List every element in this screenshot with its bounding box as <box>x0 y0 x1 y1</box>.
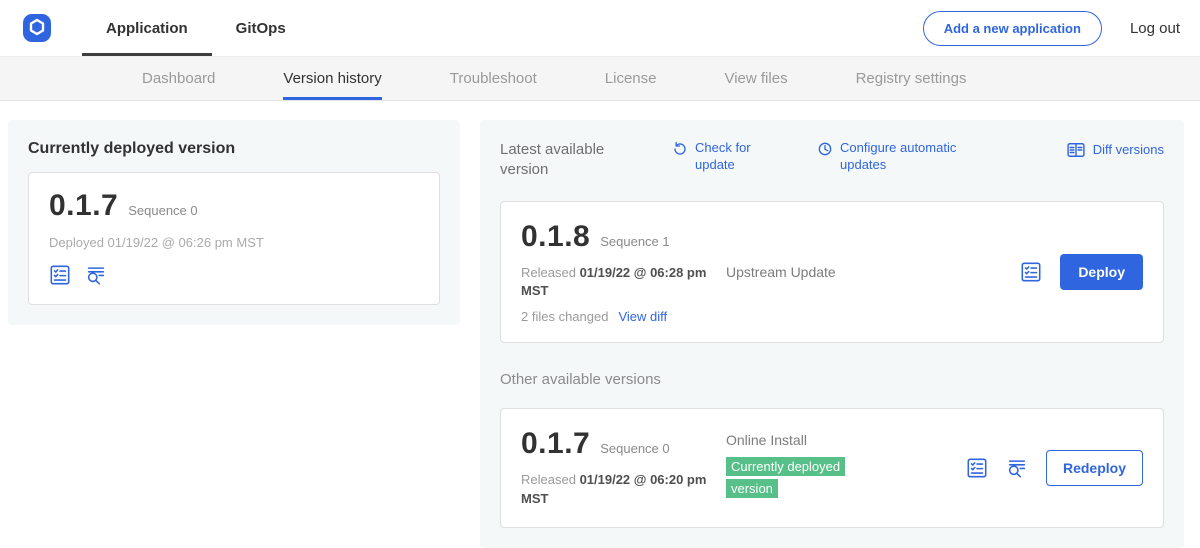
subnav-item-view-files[interactable]: View files <box>724 57 787 100</box>
diff-versions-action[interactable]: Diff versions <box>1066 140 1164 160</box>
files-changed-label: 2 files changed <box>521 309 608 324</box>
version-card-actions: Deploy <box>1020 254 1143 290</box>
released-label: Released <box>521 265 576 280</box>
version-card-left: 0.1.7 Sequence 0 Released 01/19/22 @ 06:… <box>521 427 726 509</box>
subnav-item-dashboard[interactable]: Dashboard <box>142 57 215 100</box>
version-row: 0.1.7 Sequence 0 <box>521 427 726 461</box>
view-diff-link[interactable]: View diff <box>618 309 667 324</box>
files-changed-row: 2 files changed View diff <box>521 309 726 324</box>
schedule-clock-icon <box>817 141 833 157</box>
main-content: Currently deployed version 0.1.7 Sequenc… <box>0 101 1200 548</box>
app-logo-icon[interactable] <box>22 13 52 43</box>
release-notes-icon[interactable] <box>966 457 988 479</box>
deploy-button[interactable]: Deploy <box>1060 254 1143 290</box>
currently-deployed-title: Currently deployed version <box>28 140 440 158</box>
subnav-item-registry-settings[interactable]: Registry settings <box>856 57 967 100</box>
released-timestamp: Released 01/19/22 @ 06:20 pm MST <box>521 471 711 509</box>
logout-link[interactable]: Log out <box>1130 20 1180 37</box>
top-tabs: Application GitOps <box>82 0 310 56</box>
check-for-update-action[interactable]: Check for update <box>672 140 757 174</box>
tab-gitops-label: GitOps <box>236 20 286 37</box>
deployed-version-card: 0.1.7 Sequence 0 Deployed 01/19/22 @ 06:… <box>28 172 440 305</box>
deployed-badge-wrap: Currently deployed version <box>726 456 886 500</box>
check-for-update-label: Check for update <box>695 140 757 174</box>
deployed-sequence-label: Sequence 0 <box>128 203 197 218</box>
version-card-actions: Redeploy <box>966 450 1143 486</box>
release-notes-icon[interactable] <box>1020 261 1042 283</box>
latest-available-panel: Latest available version Check for updat… <box>480 120 1184 548</box>
deployed-timestamp: Deployed 01/19/22 @ 06:26 pm MST <box>49 235 419 250</box>
add-application-button[interactable]: Add a new application <box>923 11 1102 46</box>
latest-sequence-label: Sequence 1 <box>600 234 669 249</box>
diff-search-icon[interactable] <box>1006 457 1028 479</box>
redeploy-button[interactable]: Redeploy <box>1046 450 1143 486</box>
top-right-actions: Add a new application Log out <box>923 11 1180 46</box>
diff-versions-label: Diff versions <box>1093 142 1164 159</box>
deployed-version-number: 0.1.7 <box>49 189 118 223</box>
latest-header: Latest available version Check for updat… <box>500 140 1164 181</box>
version-card-left: 0.1.8 Sequence 1 Released 01/19/22 @ 06:… <box>521 220 726 325</box>
tab-application[interactable]: Application <box>82 0 212 56</box>
released-timestamp: Released 01/19/22 @ 06:28 pm MST <box>521 264 711 302</box>
other-versions-title: Other available versions <box>500 371 1164 388</box>
other-sequence-label: Sequence 0 <box>600 441 669 456</box>
configure-updates-action[interactable]: Configure automatic updates <box>817 140 972 174</box>
currently-deployed-panel: Currently deployed version 0.1.7 Sequenc… <box>8 120 460 325</box>
version-source-label: Upstream Update <box>726 264 1020 280</box>
tab-gitops[interactable]: GitOps <box>212 0 310 56</box>
version-card-middle: Online Install Currently deployed versio… <box>726 427 966 500</box>
diff-versions-icon <box>1066 140 1086 160</box>
released-label: Released <box>521 472 576 487</box>
diff-search-icon[interactable] <box>85 264 107 286</box>
subnav-item-version-history[interactable]: Version history <box>283 57 381 100</box>
subnav-item-license[interactable]: License <box>605 57 657 100</box>
version-row: 0.1.8 Sequence 1 <box>521 220 726 254</box>
version-row: 0.1.7 Sequence 0 <box>49 189 419 223</box>
latest-available-title: Latest available version <box>500 140 632 181</box>
configure-updates-label: Configure automatic updates <box>840 140 972 174</box>
latest-version-number: 0.1.8 <box>521 220 590 254</box>
subnav-item-troubleshoot[interactable]: Troubleshoot <box>450 57 537 100</box>
refresh-icon <box>672 141 688 157</box>
deployed-icon-row <box>49 264 419 286</box>
top-navbar: Application GitOps Add a new application… <box>0 0 1200 57</box>
release-notes-icon[interactable] <box>49 264 71 286</box>
version-source-label: Online Install <box>726 432 966 448</box>
other-version-number: 0.1.7 <box>521 427 590 461</box>
tab-application-label: Application <box>106 20 188 37</box>
other-version-card: 0.1.7 Sequence 0 Released 01/19/22 @ 06:… <box>500 408 1164 528</box>
app-subnav: Dashboard Version history Troubleshoot L… <box>0 57 1200 101</box>
currently-deployed-badge: Currently deployed version <box>726 457 845 498</box>
latest-version-card: 0.1.8 Sequence 1 Released 01/19/22 @ 06:… <box>500 201 1164 344</box>
